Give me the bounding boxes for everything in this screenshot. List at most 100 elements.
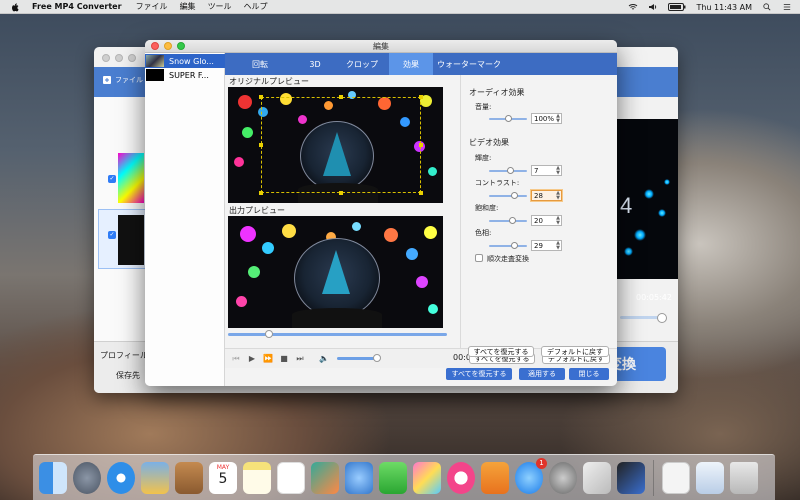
volume-field[interactable]: 100% ▲ ▼: [531, 113, 562, 124]
close-window-button[interactable]: [102, 54, 110, 62]
saturation-slider[interactable]: [489, 217, 527, 224]
contrast-slider-handle[interactable]: [511, 192, 518, 199]
zoom-window-button[interactable]: [128, 54, 136, 62]
crop-handle[interactable]: [419, 95, 423, 99]
playback-seek-bar[interactable]: [228, 330, 447, 338]
notes-icon[interactable]: [243, 461, 271, 494]
file-checkbox-2[interactable]: ✓: [108, 231, 116, 239]
apple-icon[interactable]: [10, 2, 20, 12]
notification-center-icon[interactable]: [782, 3, 792, 11]
seek-handle[interactable]: [265, 330, 273, 338]
brightness-label: 輝度:: [475, 154, 492, 162]
menu-edit[interactable]: 編集: [180, 1, 196, 12]
crop-handle[interactable]: [419, 191, 423, 195]
file-checkbox-1[interactable]: ✓: [108, 175, 116, 183]
dock-separator: [653, 459, 654, 496]
dialog-close-button[interactable]: [151, 42, 159, 50]
safari-icon[interactable]: [107, 461, 135, 494]
finder-icon[interactable]: [39, 461, 67, 494]
edit-dialog: 編集 Snow Glo... SUPER F... 回転 3D クロップ 効果 …: [145, 40, 617, 386]
apply-button[interactable]: 適用する: [519, 368, 565, 380]
dialog-zoom-button[interactable]: [177, 42, 185, 50]
wifi-icon[interactable]: [628, 3, 638, 11]
contrast-slider[interactable]: [489, 192, 527, 199]
menu-file[interactable]: ファイル: [136, 1, 168, 12]
file-item-snow-globe[interactable]: Snow Glo...: [145, 54, 225, 68]
preview-volume-slider[interactable]: [337, 354, 381, 362]
crop-handle[interactable]: [259, 191, 263, 195]
add-file-button[interactable]: ファイル: [102, 75, 143, 85]
fast-forward-icon[interactable]: ⏩: [263, 354, 273, 364]
trash-icon[interactable]: [730, 461, 758, 494]
file-item-super[interactable]: SUPER F...: [145, 68, 225, 82]
restore-default-button-panel[interactable]: デフォルトに戻す: [541, 346, 609, 357]
downloads-stack-icon[interactable]: [696, 461, 724, 494]
app-store-icon[interactable]: 1: [515, 457, 547, 494]
document-icon[interactable]: [662, 461, 690, 494]
menu-help[interactable]: ヘルプ: [244, 1, 268, 12]
stepper-icon[interactable]: ▲ ▼: [556, 114, 560, 124]
mp4-converter-dock-icon[interactable]: [617, 461, 645, 494]
brightness-slider[interactable]: [489, 167, 527, 174]
stepper-icon[interactable]: ▲ ▼: [556, 241, 560, 251]
textedit-icon[interactable]: [583, 461, 611, 494]
menu-tools[interactable]: ツール: [208, 1, 232, 12]
hue-slider-handle[interactable]: [511, 242, 518, 249]
close-button[interactable]: 閉じる: [569, 368, 609, 380]
stepper-icon[interactable]: ▲ ▼: [556, 166, 560, 176]
minimize-window-button[interactable]: [115, 54, 123, 62]
reminders-icon[interactable]: [277, 461, 305, 494]
stepper-icon[interactable]: ▲ ▼: [556, 191, 560, 201]
itunes-icon[interactable]: [447, 461, 475, 494]
facetime-icon[interactable]: [379, 461, 407, 494]
deinterlace-checkbox[interactable]: [475, 254, 483, 262]
volume-icon[interactable]: [648, 3, 658, 11]
maps-icon[interactable]: [311, 461, 339, 494]
speaker-icon[interactable]: 🔈: [319, 354, 329, 364]
brightness-slider-handle[interactable]: [507, 167, 514, 174]
skip-forward-icon[interactable]: ⏭: [295, 354, 305, 364]
contrast-field[interactable]: 28 ▲ ▼: [531, 190, 562, 201]
menubar-clock[interactable]: Thu 11:43 AM: [696, 3, 752, 12]
photos-icon[interactable]: [413, 461, 441, 494]
spotlight-search-icon[interactable]: [762, 3, 772, 11]
volume-slider[interactable]: [489, 115, 527, 122]
add-file-label: ファイル: [115, 76, 143, 84]
crop-handle[interactable]: [259, 95, 263, 99]
skip-back-icon[interactable]: ⏮: [231, 354, 241, 364]
tab-crop[interactable]: クロップ: [335, 53, 389, 75]
crop-handle[interactable]: [339, 191, 343, 195]
messages-icon[interactable]: [345, 461, 373, 494]
battery-icon[interactable]: [668, 3, 686, 11]
stepper-icon[interactable]: ▲ ▼: [556, 216, 560, 226]
mail-icon[interactable]: [141, 461, 169, 494]
crop-handle[interactable]: [339, 95, 343, 99]
hue-slider[interactable]: [489, 242, 527, 249]
hue-field[interactable]: 29 ▲ ▼: [531, 240, 562, 251]
dialog-minimize-button[interactable]: [164, 42, 172, 50]
saturation-slider-handle[interactable]: [509, 217, 516, 224]
play-icon[interactable]: ▶: [247, 354, 257, 364]
menubar-app-name[interactable]: Free MP4 Converter: [32, 2, 122, 11]
ibooks-icon[interactable]: [481, 461, 509, 494]
volume-handle[interactable]: [373, 354, 381, 362]
footer-reset-all-button[interactable]: すべてを復元する: [446, 368, 512, 380]
tab-rotate[interactable]: 回転: [225, 53, 295, 75]
system-preferences-icon[interactable]: [549, 461, 577, 494]
saturation-value: 20: [534, 216, 543, 225]
volume-slider-handle[interactable]: [505, 115, 512, 122]
reset-all-button-panel[interactable]: すべてを復元する: [468, 346, 534, 357]
brightness-field[interactable]: 7 ▲ ▼: [531, 165, 562, 176]
crop-handle[interactable]: [259, 143, 263, 147]
stop-icon[interactable]: ■: [279, 354, 289, 364]
crop-handle[interactable]: [419, 143, 423, 147]
crop-frame[interactable]: [261, 97, 421, 193]
contacts-icon[interactable]: [175, 461, 203, 494]
tab-3d[interactable]: 3D: [295, 53, 335, 75]
calendar-icon[interactable]: MAY 5: [209, 461, 237, 494]
main-volume-slider[interactable]: [620, 313, 667, 323]
tab-effects[interactable]: 効果: [389, 53, 433, 75]
tab-watermark[interactable]: ウォーターマーク: [433, 53, 505, 75]
saturation-field[interactable]: 20 ▲ ▼: [531, 215, 562, 226]
launchpad-icon[interactable]: [73, 461, 101, 494]
